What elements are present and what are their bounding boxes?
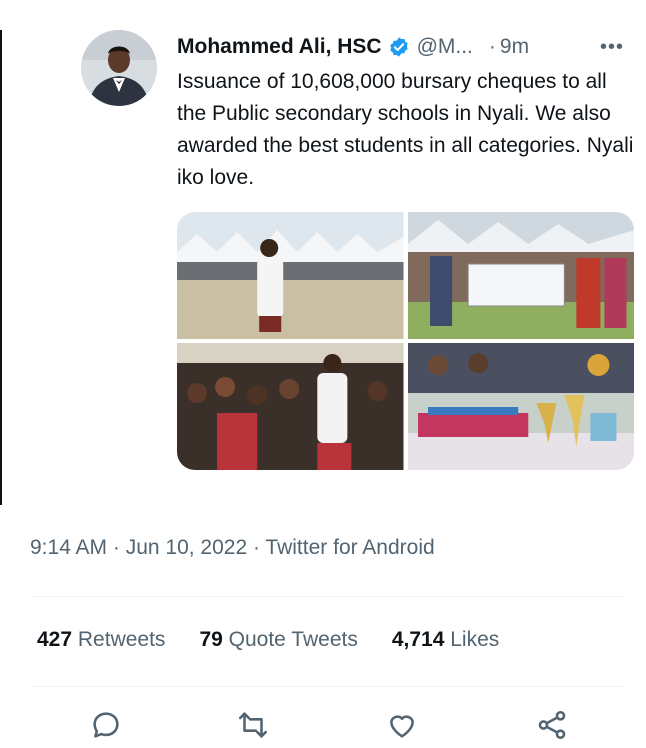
avatar[interactable] xyxy=(81,30,157,106)
retweets-count: 427 xyxy=(37,628,73,651)
cheque-presentation-photo[interactable] xyxy=(407,212,634,339)
engagement-stats: 427 Retweets 79 Quote Tweets 4,714 Likes xyxy=(37,628,533,652)
like-icon[interactable] xyxy=(385,708,419,742)
separator-dot: · xyxy=(488,35,496,58)
tweet-timestamp[interactable]: 9:14 AM · Jun 10, 2022 · Twitter for And… xyxy=(30,536,435,560)
likes-stat[interactable]: 4,714 Likes xyxy=(392,628,499,652)
reply-icon[interactable] xyxy=(89,708,123,742)
retweet-icon[interactable] xyxy=(236,708,270,742)
ceremony-field-photo[interactable] xyxy=(177,212,404,339)
thread-line xyxy=(0,30,2,505)
quotes-count: 79 xyxy=(199,628,223,651)
likes-label: Likes xyxy=(450,628,500,651)
trophies-table-photo[interactable] xyxy=(407,343,634,470)
more-options-icon[interactable]: ••• xyxy=(600,36,624,59)
quotes-label: Quote Tweets xyxy=(228,628,358,651)
divider xyxy=(30,596,626,597)
relative-time[interactable]: 9m xyxy=(500,35,529,59)
action-bar xyxy=(0,708,646,744)
retweets-label: Retweets xyxy=(77,628,166,651)
quote-tweets-stat[interactable]: 79 Quote Tweets xyxy=(199,628,357,652)
verified-badge-icon xyxy=(388,36,410,58)
crowd-award-photo[interactable] xyxy=(177,343,404,470)
media-grid[interactable] xyxy=(177,212,634,470)
author-handle[interactable]: @M... xyxy=(417,35,473,59)
author-name[interactable]: Mohammed Ali, HSC xyxy=(177,35,382,59)
divider xyxy=(30,686,626,687)
share-icon[interactable] xyxy=(535,708,569,742)
tweet-text: Issuance of 10,608,000 bursary cheques t… xyxy=(177,70,634,189)
retweets-stat[interactable]: 427 Retweets xyxy=(37,628,165,652)
likes-count: 4,714 xyxy=(391,628,445,651)
